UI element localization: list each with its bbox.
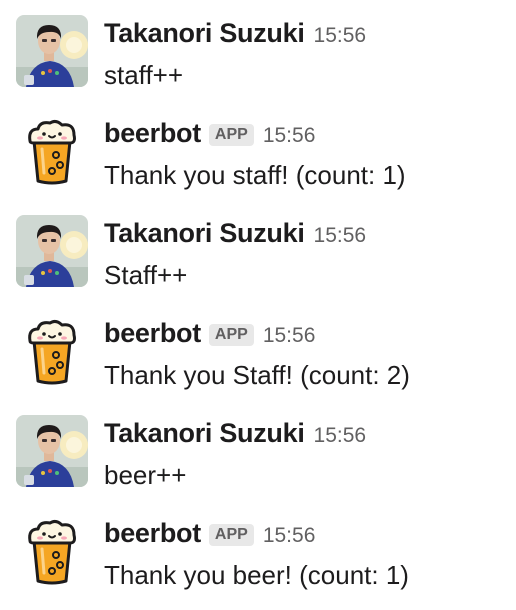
timestamp[interactable]: 15:56 bbox=[263, 524, 316, 548]
message-header: beerbot APP 15:56 bbox=[104, 518, 315, 552]
sender-name[interactable]: Takanori Suzuki bbox=[104, 418, 305, 449]
sender-name[interactable]: beerbot bbox=[104, 518, 201, 549]
user-photo-avatar[interactable] bbox=[16, 15, 88, 87]
timestamp[interactable]: 15:56 bbox=[314, 224, 367, 248]
sender-name[interactable]: beerbot bbox=[104, 118, 201, 149]
app-badge: APP bbox=[208, 124, 254, 146]
message-text: Thank you beer! (count: 1) bbox=[104, 560, 409, 590]
message-item: Takanori Suzuki 15:56 beer++ bbox=[0, 400, 516, 500]
timestamp[interactable]: 15:56 bbox=[263, 324, 316, 348]
message-header: Takanori Suzuki 15:56 bbox=[104, 418, 366, 452]
message-text: Thank you Staff! (count: 2) bbox=[104, 360, 410, 390]
message-item: beerbot APP 15:56 Thank you beer! (count… bbox=[0, 500, 516, 600]
message-item: beerbot APP 15:56 Thank you Staff! (coun… bbox=[0, 300, 516, 400]
message-text: beer++ bbox=[104, 460, 187, 490]
message-item: Takanori Suzuki 15:56 staff++ bbox=[0, 0, 516, 100]
message-header: Takanori Suzuki 15:56 bbox=[104, 18, 366, 52]
message-item: Takanori Suzuki 15:56 Staff++ bbox=[0, 200, 516, 300]
app-badge: APP bbox=[208, 524, 254, 546]
beer-mug-icon[interactable] bbox=[16, 515, 88, 587]
sender-name[interactable]: Takanori Suzuki bbox=[104, 18, 305, 49]
message-text: Thank you staff! (count: 1) bbox=[104, 160, 406, 190]
message-text: staff++ bbox=[104, 60, 184, 90]
user-photo-avatar[interactable] bbox=[16, 215, 88, 287]
sender-name[interactable]: beerbot bbox=[104, 318, 201, 349]
app-badge: APP bbox=[208, 324, 254, 346]
message-header: Takanori Suzuki 15:56 bbox=[104, 218, 366, 252]
message-text: Staff++ bbox=[104, 260, 188, 290]
message-item: beerbot APP 15:56 Thank you staff! (coun… bbox=[0, 100, 516, 200]
beer-mug-icon[interactable] bbox=[16, 315, 88, 387]
timestamp[interactable]: 15:56 bbox=[263, 124, 316, 148]
timestamp[interactable]: 15:56 bbox=[314, 424, 367, 448]
message-header: beerbot APP 15:56 bbox=[104, 118, 315, 152]
user-photo-avatar[interactable] bbox=[16, 415, 88, 487]
message-feed: Takanori Suzuki 15:56 staff++ beerbot AP… bbox=[0, 0, 516, 610]
sender-name[interactable]: Takanori Suzuki bbox=[104, 218, 305, 249]
beer-mug-icon[interactable] bbox=[16, 115, 88, 187]
timestamp[interactable]: 15:56 bbox=[314, 24, 367, 48]
message-header: beerbot APP 15:56 bbox=[104, 318, 315, 352]
